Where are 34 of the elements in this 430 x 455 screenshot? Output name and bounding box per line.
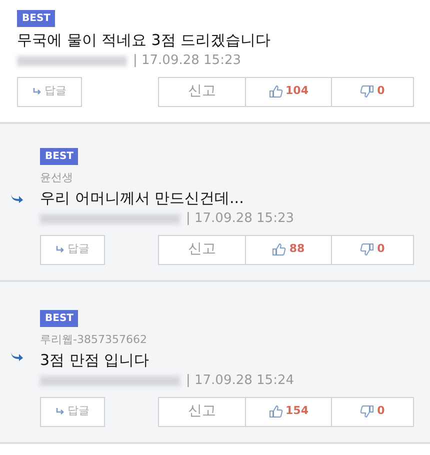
thumbs-down-icon: [360, 405, 374, 418]
best-badge: BEST: [17, 10, 56, 27]
reply-arrow-icon: [32, 88, 42, 95]
reply-button[interactable]: 답글: [40, 396, 105, 426]
like-button[interactable]: 154: [246, 396, 332, 426]
report-button[interactable]: 신고: [158, 234, 246, 264]
comment-text: 우리 어머니께서 만드신건데...: [40, 188, 245, 208]
comment-date: | 17.09.28 15:23: [133, 52, 241, 70]
best-badge: BEST: [40, 310, 78, 326]
comment-date: | 17.09.28 15:24: [186, 372, 294, 390]
report-button[interactable]: 신고: [158, 76, 246, 106]
thumbs-down-icon: [360, 243, 374, 256]
reply-button[interactable]: 답글: [40, 234, 105, 264]
thumbs-up-icon: [268, 85, 283, 98]
reply-arrow-icon: [56, 408, 64, 415]
reply-arrow-icon: [56, 246, 64, 253]
comment-date: | 17.09.28 15:23: [186, 210, 294, 228]
reply-arrow-icon: [10, 193, 24, 204]
reply-arrow-icon: [10, 351, 24, 362]
comment-text: 무국에 물이 적네요 3점 드리겠습니다: [17, 30, 272, 50]
dislike-button[interactable]: 0: [332, 76, 414, 106]
thumbs-up-icon: [268, 405, 283, 418]
thumbs-up-icon: [272, 243, 286, 256]
best-badge: BEST: [40, 148, 78, 164]
reply-button[interactable]: 답글: [17, 76, 82, 106]
mentioned-username: 윤선생: [40, 170, 74, 186]
like-button[interactable]: 104: [246, 76, 332, 106]
mentioned-username: 루리웹-3857357662: [40, 332, 148, 348]
dislike-button[interactable]: 0: [332, 234, 414, 264]
dislike-button[interactable]: 0: [332, 396, 414, 426]
like-button[interactable]: 88: [246, 234, 332, 264]
report-button[interactable]: 신고: [158, 396, 246, 426]
comment-text: 3점 만점 입니다: [40, 350, 150, 370]
thumbs-down-icon: [360, 85, 374, 98]
